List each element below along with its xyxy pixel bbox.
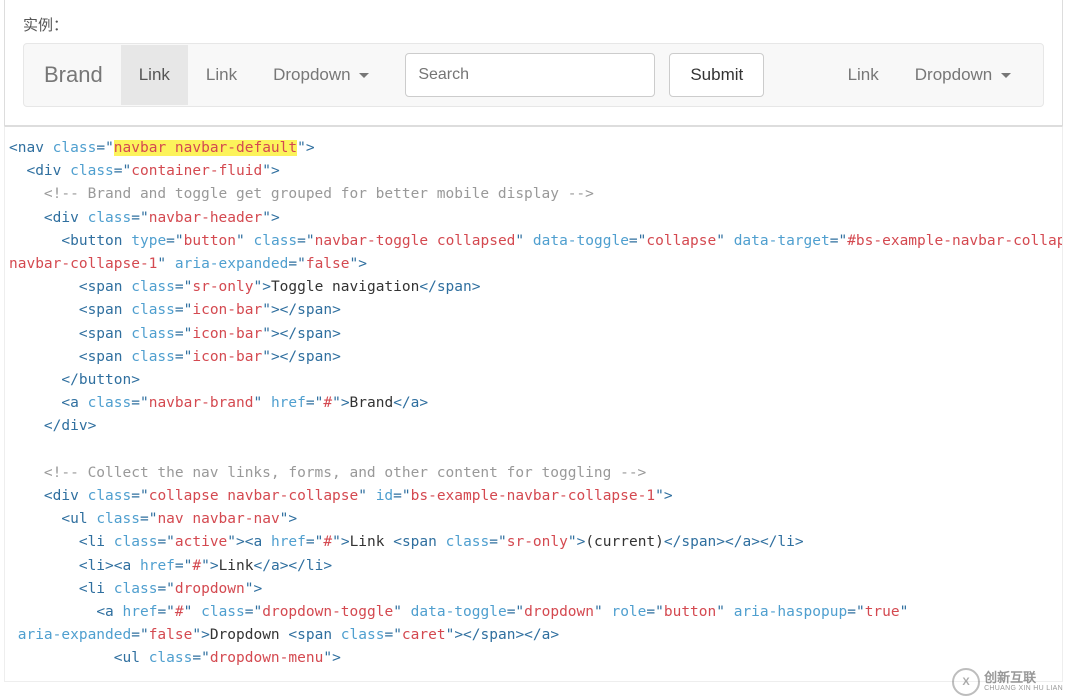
- example-panel: 实例： Brand Link Link Dropdown Submit Link…: [4, 0, 1063, 126]
- navbar: Brand Link Link Dropdown Submit Link Dro…: [23, 43, 1044, 107]
- nav-link-2[interactable]: Link: [188, 45, 255, 105]
- brand[interactable]: Brand: [38, 62, 121, 88]
- nav-dropdown-right-label: Dropdown: [915, 65, 993, 84]
- navbar-right: Link Dropdown: [830, 45, 1029, 105]
- example-label: 实例：: [5, 0, 1062, 43]
- watermark-line2: CHUANG XIN HU LIAN: [984, 685, 1063, 693]
- caret-down-icon: [359, 73, 369, 78]
- navbar-container: Brand Link Link Dropdown Submit Link Dro…: [5, 43, 1062, 125]
- nav-link-1-active[interactable]: Link: [121, 45, 188, 105]
- watermark-logo-icon: X: [952, 668, 980, 696]
- submit-button[interactable]: Submit: [669, 53, 764, 97]
- nav-link-right[interactable]: Link: [830, 45, 897, 105]
- watermark: X 创新互联 CHUANG XIN HU LIAN: [952, 668, 1063, 696]
- nav-dropdown-left-label: Dropdown: [273, 65, 351, 84]
- code-block: <nav class="navbar navbar-default"> <div…: [4, 126, 1063, 682]
- watermark-line1: 创新互联: [984, 671, 1063, 685]
- nav-dropdown-right[interactable]: Dropdown: [897, 45, 1029, 105]
- highlighted-class: navbar navbar-default: [114, 140, 297, 156]
- caret-down-icon: [1001, 73, 1011, 78]
- nav-dropdown-left[interactable]: Dropdown: [255, 45, 387, 105]
- search-input[interactable]: [405, 53, 655, 97]
